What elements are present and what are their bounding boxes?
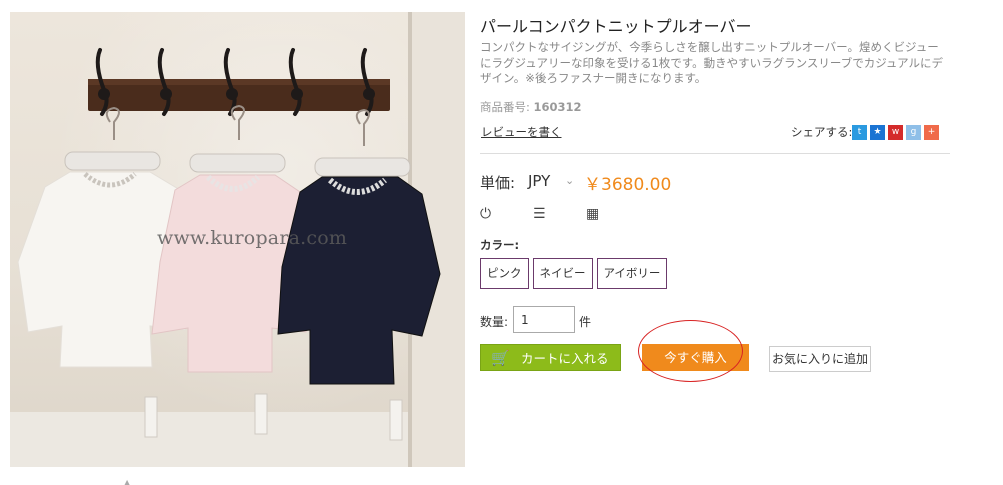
- scroll-caret-icon: ▲: [124, 478, 131, 485]
- sku-label: 商品番号:: [480, 100, 530, 114]
- tool-icons: ⏻ ☰ ▦: [480, 206, 639, 222]
- color-options: ピンク ネイビー アイボリー: [480, 258, 668, 289]
- hanger-hook-1: [105, 106, 120, 140]
- add-icon[interactable]: +: [924, 125, 939, 140]
- watermark: www.kuropara.com: [157, 227, 348, 249]
- sku-row: 商品番号: 160312: [480, 99, 582, 115]
- quantity-input[interactable]: [513, 306, 575, 333]
- power-icon[interactable]: ⏻: [480, 206, 533, 222]
- hangers: [105, 104, 370, 146]
- list-icon[interactable]: ☰: [533, 206, 586, 222]
- write-review-link[interactable]: レビューを書く: [481, 124, 562, 140]
- color-option-ivory[interactable]: アイボリー: [596, 258, 668, 289]
- hook-rail-top: [88, 79, 390, 85]
- add-to-cart-button[interactable]: 🛒 カートに入れる: [480, 344, 621, 371]
- quantity-unit: 件: [579, 315, 592, 329]
- star-icon[interactable]: ★: [870, 125, 885, 140]
- calendar-icon[interactable]: ▦: [586, 206, 639, 222]
- plus-icon[interactable]: g: [906, 125, 921, 140]
- add-to-cart-label: カートに入れる: [521, 351, 609, 366]
- quantity-label: 数量:: [480, 315, 509, 329]
- price-label: 単価:: [480, 174, 516, 192]
- product-title: パールコンパクトニットプルオーバー: [480, 17, 752, 36]
- share-label: シェアする:: [791, 125, 853, 139]
- cart-icon: 🛒: [491, 349, 510, 367]
- highlight-circle: [638, 320, 743, 382]
- twitter-icon[interactable]: t: [852, 125, 867, 140]
- product-description: コンパクトなサイジングが、今季らしさを醸し出すニットプルオーバー。煌めくビジュー…: [480, 40, 944, 85]
- divider: [480, 153, 950, 154]
- color-option-navy[interactable]: ネイビー: [532, 258, 593, 289]
- floor: [10, 412, 408, 467]
- price-amount: ￥3680.00: [584, 175, 672, 195]
- share-icons: t ★ w g +: [852, 125, 939, 140]
- sku-number: 160312: [533, 100, 582, 114]
- weibo-icon[interactable]: w: [888, 125, 903, 140]
- add-to-favorites-button[interactable]: お気に入りに追加: [769, 346, 871, 372]
- currency-select[interactable]: JPY: [528, 172, 550, 190]
- color-option-pink[interactable]: ピンク: [480, 258, 529, 289]
- product-image: www.kuropara.com: [10, 12, 465, 467]
- color-label: カラー:: [480, 238, 520, 252]
- chevron-down-icon[interactable]: ⌄: [565, 174, 574, 187]
